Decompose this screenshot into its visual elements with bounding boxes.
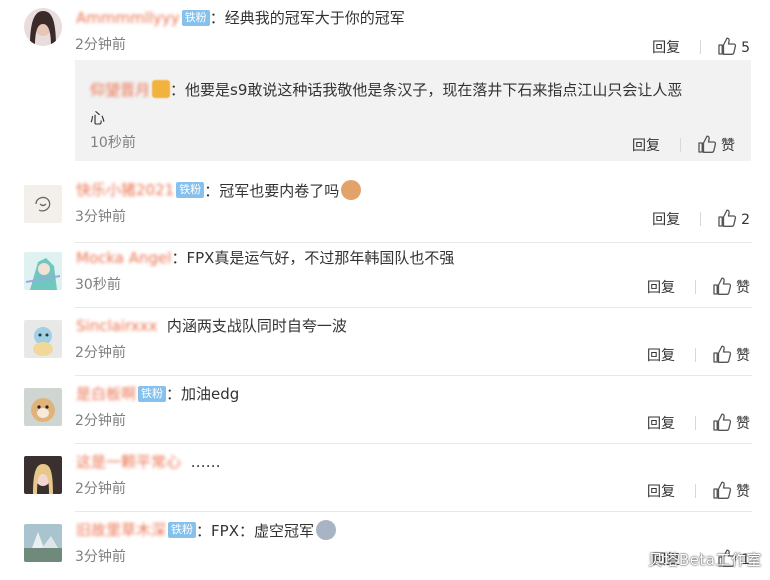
comment-actions: 回复 2 [652,208,750,229]
like-count: 2 [741,212,750,228]
comment-time: 2分钟前 [75,37,126,53]
reply-button[interactable]: 回复 [647,280,675,296]
comment-text: 冠军也要内卷了吗 [219,182,340,200]
like-button[interactable]: 赞 [697,138,735,154]
like-label: 赞 [736,348,750,364]
comment-time: 2分钟前 [75,345,126,361]
avatar[interactable] [24,185,62,223]
comment-text: 加油edg [181,385,240,403]
reply-time: 10秒前 [90,135,136,151]
username-link[interactable]: 旧故里草木深 [76,520,166,540]
comment-text: FPX真是运气好，不过那年韩国队也不强 [186,249,455,267]
like-button[interactable]: 2 [717,212,750,228]
comment-actions: 回复 赞 [647,412,750,433]
divider [75,307,752,308]
like-count: 5 [741,40,750,56]
cat-emoji-icon [341,180,362,200]
comment-actions: 回复 赞 [647,480,750,501]
like-button[interactable]: 5 [717,40,750,56]
divider [75,375,752,376]
reply-button[interactable]: 回复 [632,138,660,154]
avatar[interactable] [24,524,62,562]
like-button[interactable]: 赞 [712,348,750,364]
fan-badge: 铁粉 [176,182,205,198]
username-link[interactable]: 仰望晋月 [90,76,150,104]
username-link[interactable]: 这是一颗平常心 [76,452,181,472]
username-link[interactable]: 快乐小猪2021 [76,180,174,200]
avatar[interactable] [24,456,62,494]
sub-reply: 仰望晋月 ：他要是s9敢说这种话我敬他是条汉子，现在落井下石来指点江山只会让人恶心… [75,60,751,161]
comment-text: FPX：虚空冠军 [211,522,314,540]
divider [75,443,752,444]
like-button[interactable]: 赞 [712,484,750,500]
like-button[interactable]: 赞 [712,416,750,432]
comment-time: 3分钟前 [75,209,126,225]
comment-time: 2分钟前 [75,481,126,497]
reply-button[interactable]: 回复 [647,348,675,364]
reply-button[interactable]: 回复 [652,212,680,228]
reply-actions: 回复 赞 [632,134,735,155]
like-label: 赞 [736,484,750,500]
reply-text-line2: 心 [90,109,106,127]
username-link[interactable]: Ammmmllyyy [76,8,180,28]
shocked-emoji-icon [315,520,336,540]
avatar[interactable] [24,320,62,358]
reply-button[interactable]: 回复 [652,40,680,56]
comment-time: 2分钟前 [75,413,126,429]
comment-item: Ammmmllyyy 铁粉 ：经典我的冠军大于你的冠军 2分钟前 回复 5 仰望晋月：… [0,0,770,175]
thumbs-up-icon [712,412,732,432]
comment-item: Mocka Angel：FPX真是运气好，不过那年韩国队也不强 30秒前 回复赞 [0,243,770,311]
vip-icon [152,80,171,98]
comment-item: 这是一颗平常心 …… 2分钟前 回复 赞 [0,447,770,515]
comment-item: 快乐小猪2021 铁粉 ：冠军也要内卷了吗 3分钟前 回复 2 [0,175,770,243]
thumbs-up-icon [712,480,732,500]
thumbs-up-icon [712,276,732,296]
comment-item: 是白板啊 铁粉 ：加油edg 2分钟前 回复赞 [0,379,770,447]
thumbs-up-icon [697,134,717,154]
username-link[interactable]: Mocka Angel [76,248,171,268]
comment-text: …… [190,453,221,471]
thumbs-up-icon [712,344,732,364]
fan-badge: 铁粉 [138,386,167,402]
comment-actions: 回复 5 [652,36,750,57]
avatar[interactable] [24,8,62,46]
comment-time: 30秒前 [75,277,121,293]
username-link[interactable]: Sinclairxxx [76,316,157,336]
comment-item: 旧故里草木深 铁粉 ：FPX：虚空冠军 3分钟前 回复 1 [0,515,770,580]
thumbs-up-icon [717,36,737,56]
avatar[interactable] [24,388,62,426]
reply-button[interactable]: 回复 [647,484,675,500]
comment-time: 3分钟前 [75,549,126,565]
like-button[interactable]: 赞 [712,280,750,296]
like-label: 赞 [736,416,750,432]
like-label: 赞 [721,138,735,154]
like-label: 赞 [736,280,750,296]
fan-badge: 铁粉 [168,522,197,538]
comment-text: 内涵两支战队同时自夸一波 [166,317,347,335]
comment-text: 经典我的冠军大于你的冠军 [224,9,405,27]
fan-badge: 铁粉 [181,10,210,26]
thumbs-up-icon [717,208,737,228]
comment-actions: 回复 赞 [647,276,750,297]
watermark: 贝塔Beta工作室 [647,551,762,569]
username-link[interactable]: 是白板啊 [76,384,136,404]
divider [75,511,752,512]
comment-item: Sinclairxxx 内涵两支战队同时自夸一波 2分钟前 回复 赞 [0,311,770,379]
reply-button[interactable]: 回复 [647,416,675,432]
avatar[interactable] [24,252,62,290]
reply-text-line1: 他要是s9敢说这种话我敬他是条汉子，现在落井下石来指点江山只会让人恶 [185,81,683,99]
comment-actions: 回复 赞 [647,344,750,365]
